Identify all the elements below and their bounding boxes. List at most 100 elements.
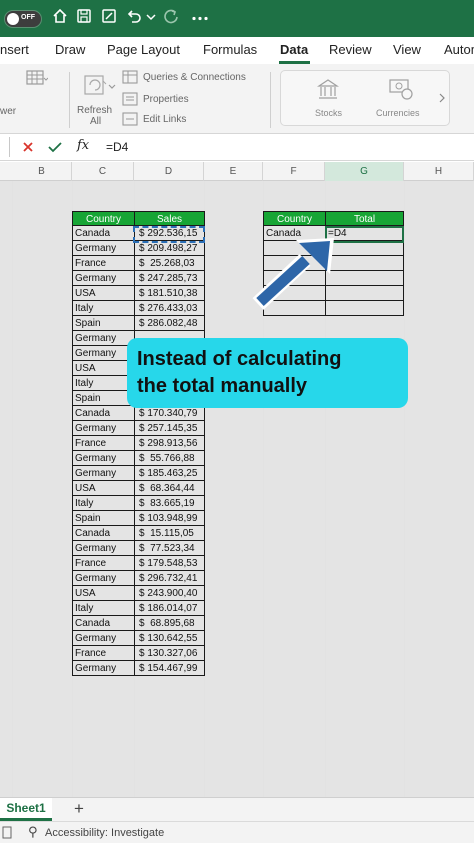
sales-table-country-cell[interactable]: France	[72, 436, 135, 451]
column-header-g[interactable]: G	[325, 162, 404, 181]
refresh-dropdown-icon[interactable]	[108, 84, 116, 90]
autosave-toggle[interactable]: OFF	[4, 10, 42, 28]
chevron-down-icon[interactable]	[146, 13, 156, 21]
sales-table-country-cell[interactable]: Germany	[72, 451, 135, 466]
accessibility-status[interactable]: Accessibility: Investigate	[45, 827, 164, 839]
sales-table-country-cell[interactable]: Canada	[72, 526, 135, 541]
currencies-icon[interactable]	[388, 77, 414, 101]
enter-check-icon[interactable]	[48, 141, 62, 153]
tab-page-layout[interactable]: Page Layout	[107, 42, 180, 57]
sales-table-sales-cell[interactable]: $ 130.642,55	[134, 631, 205, 646]
sales-table-sales-cell[interactable]: $ 181.510,38	[134, 286, 205, 301]
sales-table-sales-cell[interactable]: $ 68.364,44	[134, 481, 205, 496]
sheet-tab-sheet1[interactable]: Sheet1	[0, 798, 52, 821]
refresh-all-label-1[interactable]: Refresh	[77, 105, 112, 116]
sales-table-country-cell[interactable]: France	[72, 556, 135, 571]
add-sheet-button[interactable]: +	[70, 799, 88, 819]
column-header-c[interactable]: C	[72, 162, 134, 181]
stocks-icon[interactable]	[316, 77, 340, 101]
sales-table-country-cell[interactable]: France	[72, 256, 135, 271]
tab-automate[interactable]: Autom	[444, 42, 474, 57]
sales-table-country-cell[interactable]: Spain	[72, 391, 135, 406]
sales-table-country-cell[interactable]: Spain	[72, 511, 135, 526]
sales-table-header-country[interactable]: Country	[72, 211, 135, 226]
sales-table-sales-cell[interactable]: $ 247.285,73	[134, 271, 205, 286]
tab-draw[interactable]: Draw	[55, 42, 85, 57]
column-header-e[interactable]: E	[204, 162, 263, 181]
sales-table-sales-cell[interactable]: $ 186.014,07	[134, 601, 205, 616]
sales-table-sales-cell[interactable]: $ 25.268,03	[134, 256, 205, 271]
sales-table-country-cell[interactable]: Germany	[72, 541, 135, 556]
sales-table-country-cell[interactable]: Italy	[72, 376, 135, 391]
summary-table-header-country[interactable]: Country	[263, 211, 326, 226]
sales-table-sales-cell[interactable]: $ 257.145,35	[134, 421, 205, 436]
edit-icon[interactable]	[101, 8, 117, 24]
sales-table-sales-cell[interactable]: $ 296.732,41	[134, 571, 205, 586]
insert-function-icon[interactable]: fx	[77, 138, 89, 153]
sales-table-country-cell[interactable]: USA	[72, 361, 135, 376]
refresh-icon[interactable]	[82, 71, 108, 97]
sales-table-country-cell[interactable]: Germany	[72, 661, 135, 676]
redo-icon[interactable]	[163, 8, 179, 24]
sales-table-country-cell[interactable]: Italy	[72, 301, 135, 316]
sales-table-sales-cell[interactable]: $ 154.467,99	[134, 661, 205, 676]
sales-table-country-cell[interactable]: Canada	[72, 406, 135, 421]
column-header-h[interactable]: H	[404, 162, 474, 181]
table-icon[interactable]	[26, 70, 48, 88]
tab-insert[interactable]: nsert	[0, 42, 29, 57]
sales-table-country-cell[interactable]: Germany	[72, 631, 135, 646]
tab-review[interactable]: Review	[329, 42, 372, 57]
sales-table-sales-cell[interactable]: $ 185.463,25	[134, 466, 205, 481]
column-header-b[interactable]: B	[12, 162, 72, 181]
sales-table-country-cell[interactable]: Canada	[72, 616, 135, 631]
home-icon[interactable]	[52, 8, 68, 24]
sales-table-sales-cell[interactable]: $ 83.665,19	[134, 496, 205, 511]
save-icon[interactable]	[76, 8, 92, 24]
properties-button[interactable]: Properties	[143, 94, 189, 105]
edit-links-button[interactable]: Edit Links	[143, 114, 186, 125]
summary-table-header-total[interactable]: Total	[325, 211, 404, 226]
tab-data[interactable]: Data	[280, 42, 308, 57]
queries-connections-button[interactable]: Queries & Connections	[143, 72, 246, 83]
sales-table-country-cell[interactable]: USA	[72, 481, 135, 496]
column-header-f[interactable]: F	[263, 162, 325, 181]
sales-table-country-cell[interactable]: Germany	[72, 571, 135, 586]
stocks-button[interactable]: Stocks	[315, 108, 342, 118]
sales-table-country-cell[interactable]: France	[72, 646, 135, 661]
accessibility-icon[interactable]: ⚲	[28, 825, 38, 840]
tab-formulas[interactable]: Formulas	[203, 42, 257, 57]
more-icon[interactable]	[192, 16, 208, 21]
sales-table-sales-cell[interactable]: $ 298.913,56	[134, 436, 205, 451]
refresh-all-label-2[interactable]: All	[90, 116, 101, 127]
sales-table-country-cell[interactable]: Spain	[72, 316, 135, 331]
sales-table-sales-cell[interactable]: $ 179.548,53	[134, 556, 205, 571]
sales-table-country-cell[interactable]: Italy	[72, 496, 135, 511]
column-header-d[interactable]: D	[134, 162, 204, 181]
sales-table-country-cell[interactable]: Germany	[72, 271, 135, 286]
sales-table-sales-cell[interactable]: $ 130.327,06	[134, 646, 205, 661]
sales-table-sales-cell[interactable]: $ 68.895,68	[134, 616, 205, 631]
sales-table-country-cell[interactable]: Italy	[72, 601, 135, 616]
sales-table-country-cell[interactable]: USA	[72, 286, 135, 301]
currencies-button[interactable]: Currencies	[376, 108, 420, 118]
cancel-icon[interactable]	[22, 141, 34, 153]
sales-table-sales-cell[interactable]: $ 170.340,79	[134, 406, 205, 421]
undo-icon[interactable]	[126, 8, 142, 24]
sales-table-sales-cell[interactable]: $ 276.433,03	[134, 301, 205, 316]
chevron-right-icon[interactable]	[439, 93, 445, 103]
name-box[interactable]	[0, 137, 10, 157]
sales-table-country-cell[interactable]: Germany	[72, 346, 135, 361]
sales-table-sales-cell[interactable]: $ 77.523,34	[134, 541, 205, 556]
sales-table-country-cell[interactable]: Germany	[72, 331, 135, 346]
sales-table-sales-cell[interactable]: $ 243.900,40	[134, 586, 205, 601]
formula-input[interactable]: =D4	[106, 140, 128, 154]
sales-table-sales-cell[interactable]: $ 103.948,99	[134, 511, 205, 526]
sales-table-sales-cell[interactable]: $ 286.082,48	[134, 316, 205, 331]
sales-table-sales-cell[interactable]: $ 209.498,27	[134, 241, 205, 256]
sales-table-sales-cell[interactable]: $ 55.766,88	[134, 451, 205, 466]
sales-table-country-cell[interactable]: Germany	[72, 466, 135, 481]
tab-view[interactable]: View	[393, 42, 421, 57]
sales-table-country-cell[interactable]: Canada	[72, 226, 135, 241]
sales-table-country-cell[interactable]: Germany	[72, 421, 135, 436]
sales-table-country-cell[interactable]: USA	[72, 586, 135, 601]
